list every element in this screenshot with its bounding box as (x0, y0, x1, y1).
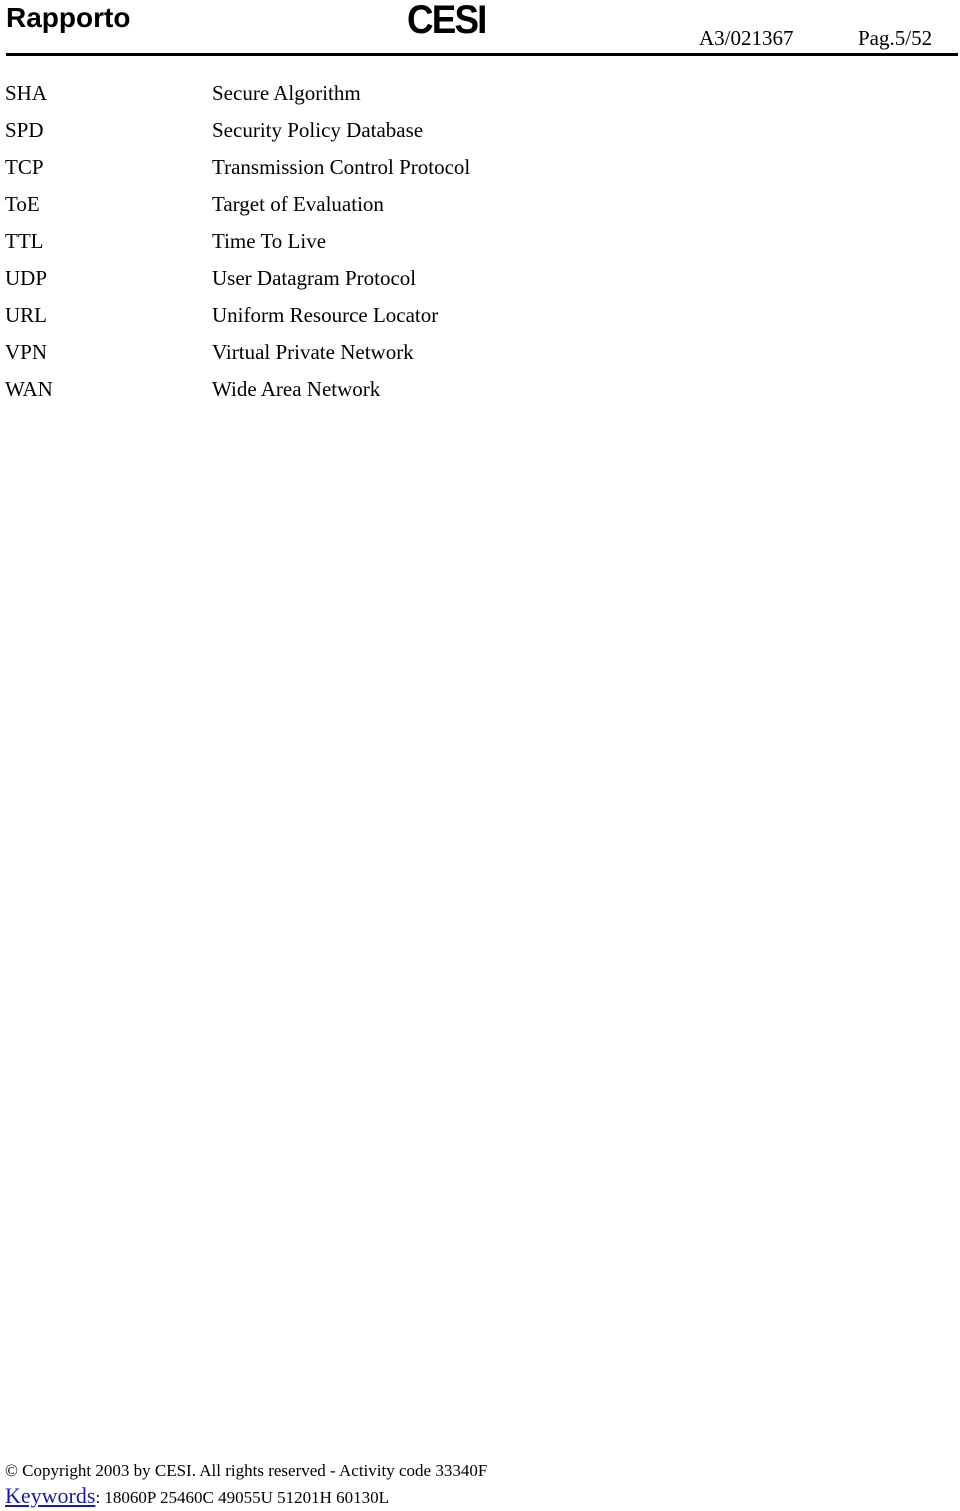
glossary-row: URL Uniform Resource Locator (0, 302, 960, 339)
glossary-row: SHA Secure Algorithm (0, 80, 960, 117)
cesi-logo: CESI (407, 0, 487, 42)
glossary-row: UDP User Datagram Protocol (0, 265, 960, 302)
glossary-definition: Target of Evaluation (212, 192, 384, 216)
glossary-abbreviation: TCP (5, 155, 44, 179)
glossary-abbreviation: WAN (5, 377, 53, 401)
glossary-definition: User Datagram Protocol (212, 266, 417, 290)
glossary-abbreviation: URL (5, 303, 47, 327)
glossary-definition: Time To Live (212, 229, 327, 253)
page-header: Rapporto CESI A3/021367 Pag.5/52 (0, 0, 960, 60)
glossary-definition: Virtual Private Network (212, 340, 414, 364)
glossary-definition: Transmission Control Protocol (212, 155, 471, 179)
copyright-notice: © Copyright 2003 by CESI. All rights res… (5, 1461, 488, 1480)
glossary-list: SHA Secure Algorithm SPD Security Policy… (0, 80, 960, 413)
glossary-abbreviation: ToE (5, 192, 40, 216)
keywords-link[interactable]: Keywords (5, 1483, 95, 1508)
glossary-row: WAN Wide Area Network (0, 376, 960, 413)
document-number: A3/021367 (699, 26, 794, 50)
glossary-abbreviation: VPN (5, 340, 48, 364)
glossary-abbreviation: TTL (5, 229, 44, 253)
glossary-row: VPN Virtual Private Network (0, 339, 960, 376)
glossary-row: SPD Security Policy Database (0, 117, 960, 154)
glossary-row: ToE Target of Evaluation (0, 191, 960, 228)
glossary-definition: Uniform Resource Locator (212, 303, 439, 327)
glossary-definition: Secure Algorithm (212, 81, 361, 105)
glossary-abbreviation: SHA (5, 81, 48, 105)
report-title: Rapporto (6, 2, 131, 33)
glossary-abbreviation: SPD (5, 118, 44, 142)
glossary-abbreviation: UDP (5, 266, 48, 290)
glossary-row: TTL Time To Live (0, 228, 960, 265)
keywords-values: 18060P 25460C 49055U 51201H 60130L (100, 1488, 390, 1507)
page-number: Pag.5/52 (858, 26, 933, 50)
glossary-definition: Security Policy Database (212, 118, 424, 142)
header-divider (6, 53, 958, 56)
keywords-line: Keywords: 18060P 25460C 49055U 51201H 60… (5, 1484, 389, 1510)
glossary-row: TCP Transmission Control Protocol (0, 154, 960, 191)
glossary-definition: Wide Area Network (212, 377, 381, 401)
